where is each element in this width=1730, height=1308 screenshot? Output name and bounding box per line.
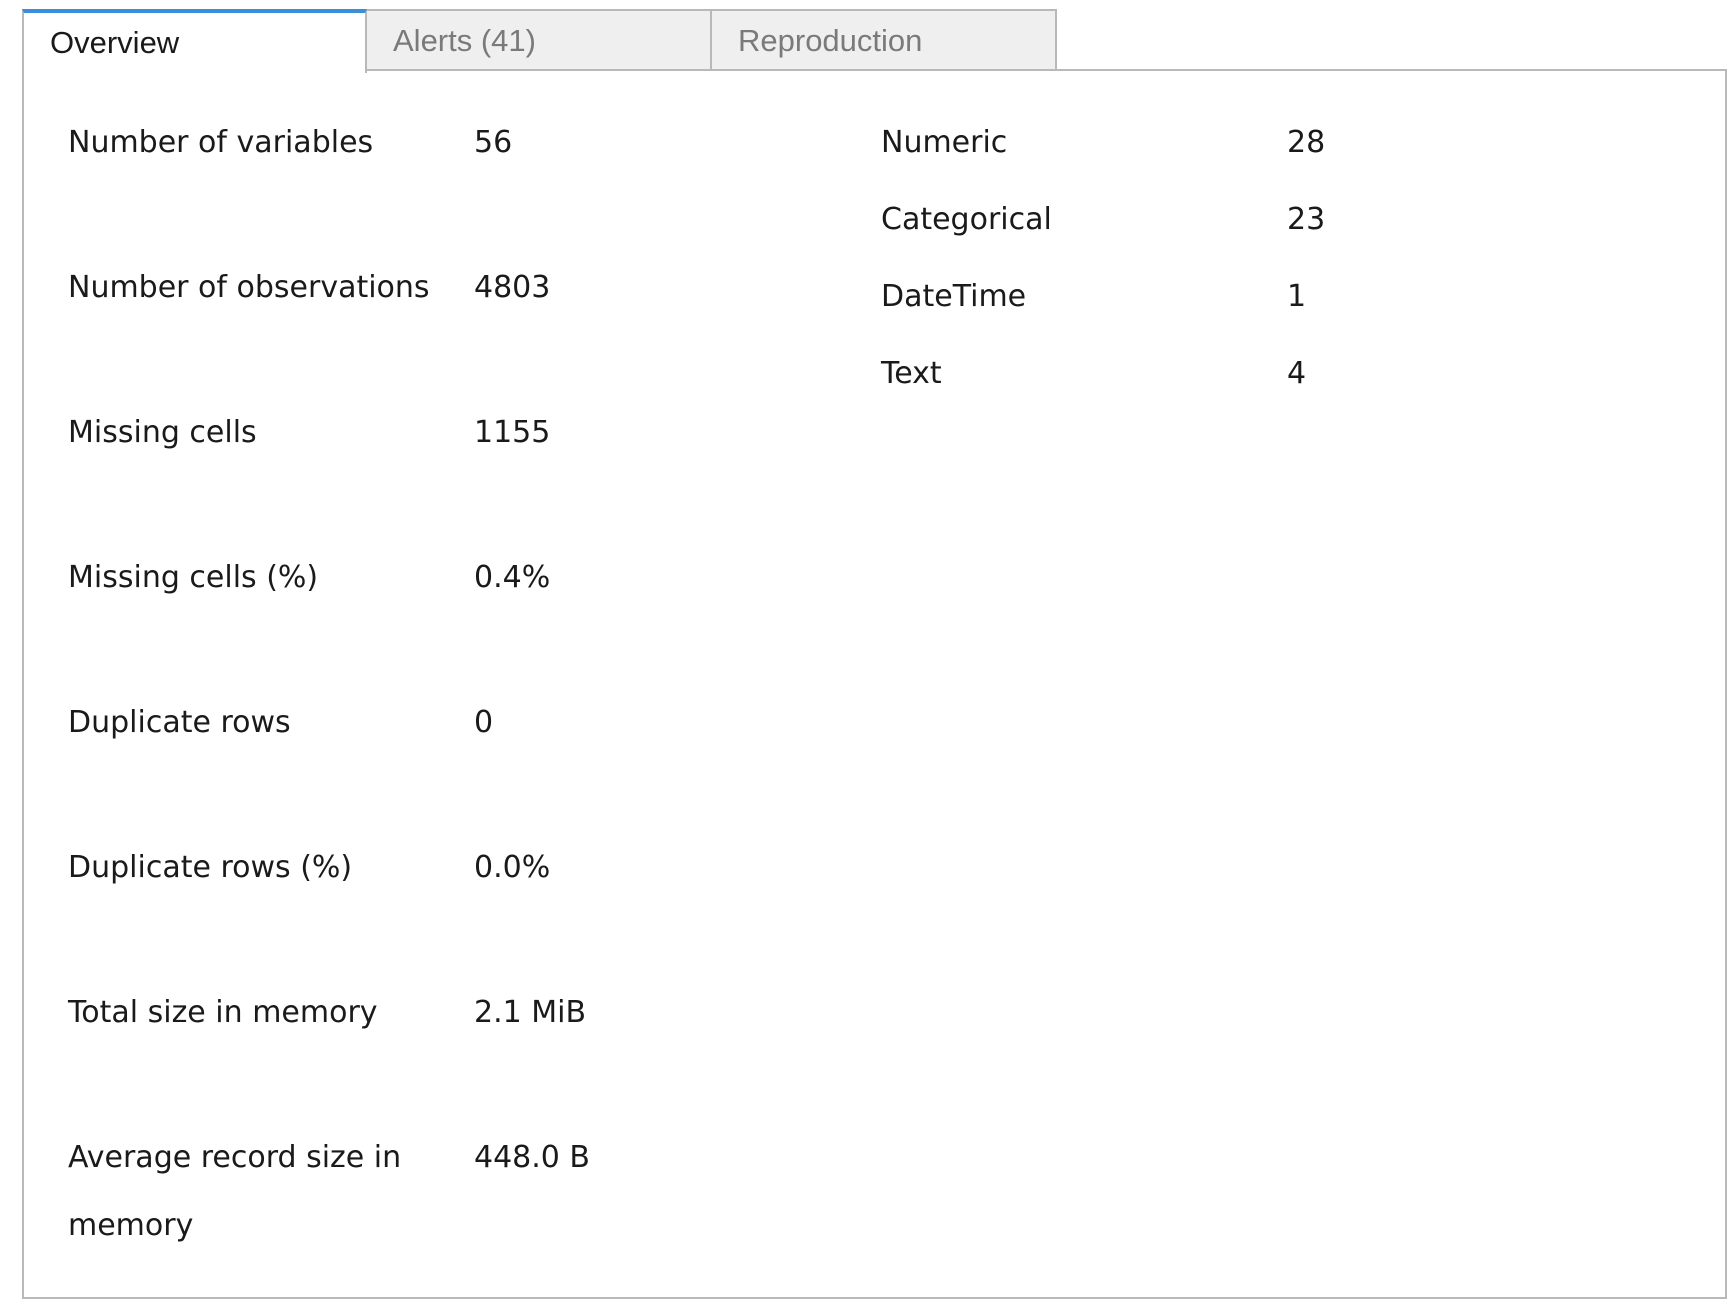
type-label: DateTime bbox=[881, 279, 1027, 314]
stat-value: 56 bbox=[474, 125, 513, 160]
variable-types-table: Numeric 28 Categorical 23 DateTime 1 Tex… bbox=[881, 109, 1681, 417]
overview-panel: Number of variables 56 Number of observa… bbox=[22, 69, 1727, 1299]
stat-row-number-of-variables: Number of variables 56 bbox=[68, 109, 868, 177]
stat-label: Duplicate rows bbox=[68, 705, 291, 740]
tab-overview[interactable]: Overview bbox=[22, 9, 367, 73]
tab-alerts-label: Alerts (41) bbox=[393, 23, 536, 58]
type-row-datetime: DateTime 1 bbox=[881, 263, 1681, 331]
type-label: Text bbox=[881, 356, 942, 391]
stat-value: 4803 bbox=[474, 270, 551, 305]
stat-label: Missing cells (%) bbox=[68, 560, 319, 595]
type-count: 28 bbox=[1287, 125, 1326, 160]
tab-reproduction[interactable]: Reproduction bbox=[712, 9, 1057, 71]
type-row-numeric: Numeric 28 bbox=[881, 109, 1681, 177]
stat-row-missing-cells: Missing cells 1155 bbox=[68, 399, 868, 467]
stat-row-total-size-in-memory: Total size in memory 2.1 MiB bbox=[68, 979, 868, 1047]
stat-row-average-record-size: Average record size in memory 448.0 B bbox=[68, 1124, 868, 1260]
tab-alerts[interactable]: Alerts (41) bbox=[367, 9, 712, 71]
dataset-statistics-table: Number of variables 56 Number of observa… bbox=[68, 109, 868, 1260]
stat-row-number-of-observations: Number of observations 4803 bbox=[68, 254, 868, 322]
stat-label: Total size in memory bbox=[68, 995, 378, 1030]
type-count: 1 bbox=[1287, 279, 1307, 314]
stat-value: 0.0% bbox=[474, 850, 551, 885]
stat-row-duplicate-rows-pct: Duplicate rows (%) 0.0% bbox=[68, 834, 868, 902]
type-label: Categorical bbox=[881, 202, 1052, 237]
type-row-categorical: Categorical 23 bbox=[881, 186, 1681, 254]
stat-value: 1155 bbox=[474, 415, 551, 450]
stat-label: Number of observations bbox=[68, 270, 430, 305]
stat-label: Number of variables bbox=[68, 125, 374, 160]
tab-overview-label: Overview bbox=[50, 25, 180, 60]
tab-bar: Overview Alerts (41) Reproduction bbox=[22, 9, 1057, 73]
stat-row-duplicate-rows: Duplicate rows 0 bbox=[68, 689, 868, 757]
type-count: 23 bbox=[1287, 202, 1326, 237]
stat-value: 448.0 B bbox=[474, 1140, 591, 1175]
type-row-text: Text 4 bbox=[881, 340, 1681, 408]
tab-reproduction-label: Reproduction bbox=[738, 23, 923, 58]
type-label: Numeric bbox=[881, 125, 1008, 160]
stat-row-missing-cells-pct: Missing cells (%) 0.4% bbox=[68, 544, 868, 612]
stat-label: Missing cells bbox=[68, 415, 257, 450]
stat-value: 0.4% bbox=[474, 560, 551, 595]
stat-value: 2.1 MiB bbox=[474, 995, 587, 1030]
stat-value: 0 bbox=[474, 705, 494, 740]
type-count: 4 bbox=[1287, 356, 1307, 391]
stat-label: Average record size in memory bbox=[68, 1140, 402, 1243]
stat-label: Duplicate rows (%) bbox=[68, 850, 353, 885]
